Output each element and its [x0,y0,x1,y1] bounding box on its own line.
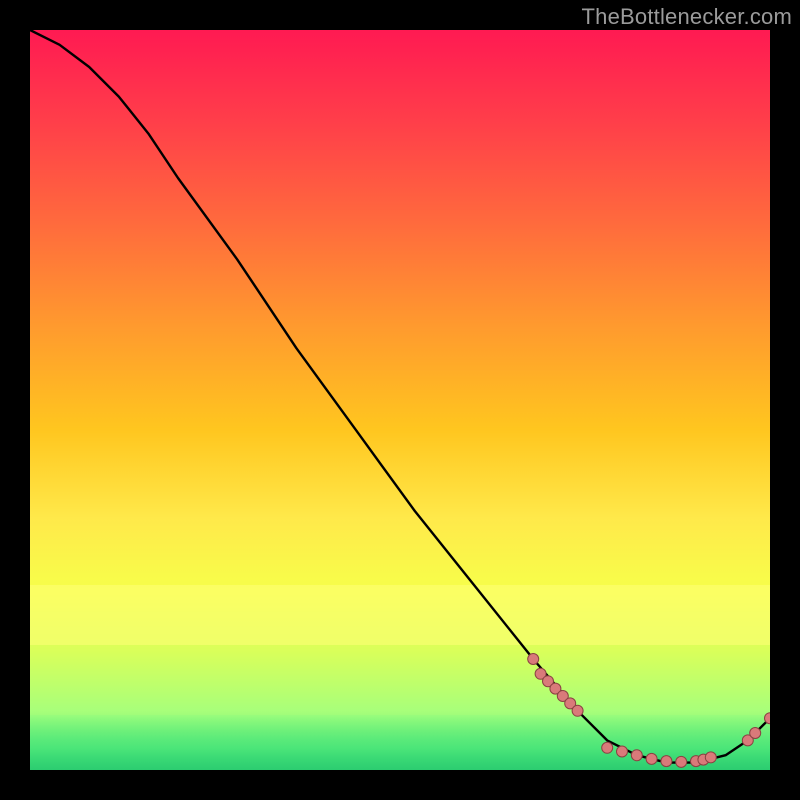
plot-area [30,30,770,770]
chart-stage: TheBottlenecker.com [0,0,800,800]
watermark-text: TheBottlenecker.com [582,4,792,30]
